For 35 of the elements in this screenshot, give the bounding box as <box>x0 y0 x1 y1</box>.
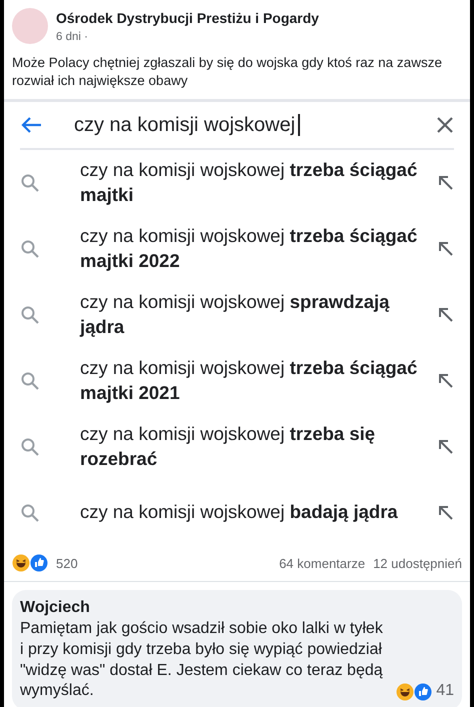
fill-arrow-icon[interactable] <box>438 174 454 191</box>
fill-arrow-icon[interactable] <box>438 438 454 455</box>
post-time: 6 dni · <box>56 30 89 45</box>
comment-reaction-count: 41 <box>436 681 454 702</box>
close-icon[interactable] <box>436 116 454 134</box>
search-suggestion[interactable]: czy na komisji wojskowej trzeba się rozebrać <box>80 422 422 472</box>
like-reaction-icon <box>30 554 48 572</box>
laugh-reaction-icon <box>12 554 30 572</box>
search-icon <box>20 238 40 259</box>
back-arrow-icon[interactable] <box>20 116 42 134</box>
search-suggestion[interactable]: czy na komisji wojskowej badają jądra <box>80 500 422 526</box>
post-text: Może Polacy chętniej zgłaszali by się do wojska gdy ktoś raz na zawsze rozwiał ich największe obawy <box>11 54 443 90</box>
comment-text: Pamiętam jak gościo wsadził sobie oko lalki w tyłek i przy komisji gdy trzeba było się wypiąć powiedział "widzę was" dostał E. Jestem ciekaw co teraz będą wymyślać. <box>20 618 384 702</box>
search-icon <box>20 370 40 391</box>
fill-arrow-icon[interactable] <box>438 372 454 389</box>
comment-count: 64 komentarze <box>279 554 366 573</box>
search-icon <box>20 502 40 523</box>
avatar <box>12 8 48 44</box>
fill-arrow-icon[interactable] <box>438 504 454 521</box>
share-count: 12 udostępnień <box>373 554 462 573</box>
laugh-reaction-icon <box>396 682 414 701</box>
author-name: Ośrodek Dystrybucji Prestiżu i Pogardy <box>56 9 319 28</box>
reaction-count: 520 <box>56 554 79 573</box>
search-suggestion[interactable]: czy na komisji wojskowej trzeba ściągać majtki 2021 <box>80 356 422 406</box>
search-icon <box>20 172 40 193</box>
search-suggestion[interactable]: czy na komisji wojskowej sprawdzają jądra <box>80 290 422 340</box>
fill-arrow-icon[interactable] <box>438 240 454 257</box>
search-suggestion[interactable]: czy na komisji wojskowej trzeba ściągać majtki 2022 <box>80 224 422 274</box>
search-icon <box>20 436 40 457</box>
comment-author: Wojciech <box>20 598 91 618</box>
search-icon <box>20 304 40 325</box>
search-suggestion[interactable]: czy na komisji wojskowej trzeba ściągać majtki <box>80 158 422 208</box>
search-field[interactable]: czy na komisji wojskowej <box>74 110 420 140</box>
like-reaction-icon <box>414 682 432 701</box>
fill-arrow-icon[interactable] <box>438 306 454 323</box>
